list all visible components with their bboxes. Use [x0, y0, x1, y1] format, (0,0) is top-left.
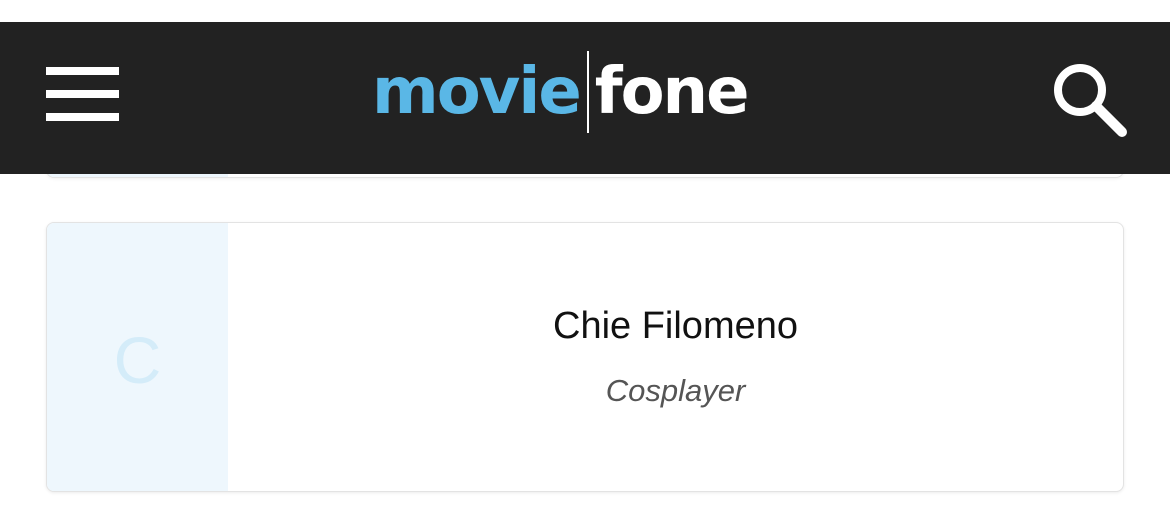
search-icon[interactable]: [1050, 60, 1130, 140]
top-header: movie fone: [0, 22, 1170, 174]
person-name[interactable]: Chie Filomeno: [228, 305, 1123, 348]
moviefone-logo[interactable]: movie fone: [372, 51, 750, 133]
logo-text-movie: movie: [372, 55, 582, 129]
menu-bar: [46, 113, 119, 121]
person-role: Cosplayer: [605, 373, 746, 408]
person-info: Chie Filomeno Cosplayer: [228, 223, 1123, 491]
hamburger-menu-icon[interactable]: [46, 67, 120, 123]
menu-bar: [46, 90, 119, 98]
logo-text-fone: fone: [594, 55, 750, 129]
person-thumbnail: C: [47, 223, 228, 491]
person-card[interactable]: C Chie Filomeno Cosplayer: [46, 222, 1124, 492]
menu-bar: [46, 67, 119, 75]
logo-divider: [586, 51, 589, 133]
person-initial: C: [113, 323, 162, 397]
